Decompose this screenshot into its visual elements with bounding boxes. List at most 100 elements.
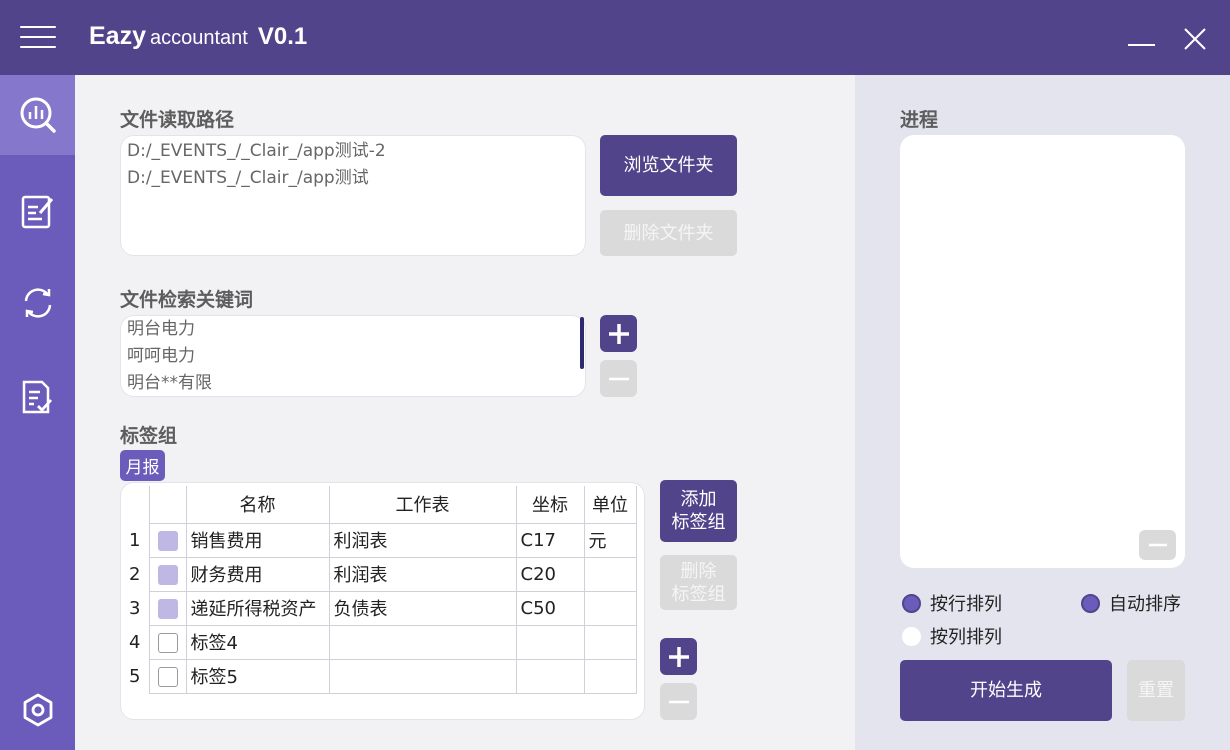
edit-document-icon (21, 195, 53, 229)
cell-coord[interactable] (515, 624, 585, 660)
tag-section-title: 标签组 (120, 425, 178, 447)
sidebar-item-settings[interactable] (0, 670, 75, 750)
table-row[interactable]: 1 销售费用 利润表 C17 元 (121, 522, 637, 558)
reset-button[interactable]: 重置 (1127, 660, 1185, 721)
sidebar-item-editor[interactable] (0, 172, 75, 252)
cell-coord[interactable]: C50 (515, 590, 585, 626)
app-title-bold: Eazy (89, 22, 146, 50)
tag-group-chip[interactable]: 月报 (120, 450, 165, 481)
row-checkbox[interactable] (157, 530, 178, 551)
row-checkbox[interactable] (157, 632, 178, 653)
column-header-coord: 坐标 (515, 486, 585, 524)
keyword-section-title: 文件检索关键词 (120, 289, 254, 311)
title-bar: Eazy accountant V0.1 (0, 0, 1230, 75)
row-number: 5 (129, 665, 141, 687)
app-title-light: accountant (149, 27, 248, 49)
sidebar-item-sync[interactable] (0, 263, 75, 343)
path-section-title: 文件读取路径 (120, 109, 235, 131)
tag-table-container: 名称 工作表 坐标 单位 1 销售费用 利润表 C17 元 2 财务费用 利润表… (120, 482, 645, 720)
path-item[interactable]: D:/_EVENTS_/_Clair_/app测试-2 (127, 138, 579, 165)
row-checkbox[interactable] (157, 666, 178, 687)
option-by-row[interactable]: 按行排列 (902, 590, 1002, 616)
settings-hexagon-icon (23, 693, 52, 727)
sync-icon (24, 288, 51, 318)
table-row[interactable]: 4 标签4 (121, 624, 637, 660)
start-generate-button[interactable]: 开始生成 (900, 660, 1112, 721)
table-row[interactable]: 2 财务费用 利润表 C20 (121, 556, 637, 592)
delete-tag-group-button[interactable]: 删除 标签组 (660, 555, 737, 610)
cell-sheet[interactable] (328, 658, 517, 694)
row-checkbox[interactable] (157, 564, 178, 585)
progress-log (900, 135, 1185, 568)
app-version: V0.1 (257, 23, 308, 50)
cell-sheet[interactable] (328, 624, 517, 660)
cell-sheet[interactable]: 利润表 (328, 556, 517, 592)
browse-folder-button[interactable]: 浏览文件夹 (600, 135, 737, 196)
column-header-name: 名称 (185, 486, 330, 524)
cell-name[interactable]: 标签5 (185, 658, 330, 694)
cell-unit[interactable] (583, 658, 637, 694)
plus-icon (668, 646, 689, 667)
minimize-icon[interactable] (1128, 44, 1155, 46)
cell-coord[interactable]: C20 (515, 556, 585, 592)
column-header-sheet: 工作表 (328, 486, 517, 524)
minus-icon (668, 700, 689, 703)
checklist-document-icon (22, 380, 52, 414)
hamburger-menu-icon[interactable] (20, 24, 56, 50)
radio-indicator[interactable] (902, 626, 921, 646)
row-number: 1 (129, 529, 141, 551)
cell-name[interactable]: 标签4 (185, 624, 330, 660)
tag-table: 名称 工作表 坐标 单位 1 销售费用 利润表 C17 元 2 财务费用 利润表… (121, 486, 637, 694)
cell-sheet[interactable]: 利润表 (328, 522, 517, 558)
keyword-list[interactable]: 明台电力 呵呵电力 明台**有限 (120, 315, 586, 397)
cell-sheet[interactable]: 负债表 (328, 590, 517, 626)
remove-keyword-button[interactable] (600, 360, 637, 397)
clear-log-button[interactable] (1139, 530, 1176, 560)
progress-section-title: 进程 (900, 109, 939, 131)
option-auto-sort[interactable]: 自动排序 (1081, 590, 1181, 616)
option-by-column[interactable]: 按列排列 (902, 623, 1002, 649)
keyword-scrollbar[interactable] (580, 317, 584, 369)
sidebar-item-analytics[interactable] (0, 75, 75, 155)
column-header-check (148, 486, 187, 524)
table-row[interactable]: 5 标签5 (121, 658, 637, 694)
row-number: 2 (129, 563, 141, 585)
keyword-item[interactable]: 明台电力 (127, 316, 579, 343)
cell-coord[interactable]: C17 (515, 522, 585, 558)
cell-name[interactable]: 财务费用 (185, 556, 330, 592)
minus-icon (1148, 543, 1167, 547)
cell-name[interactable]: 递延所得税资产 (185, 590, 330, 626)
plus-icon (608, 323, 629, 344)
keyword-item[interactable]: 明台**有限 (127, 370, 579, 396)
radio-indicator[interactable] (1081, 593, 1100, 613)
cell-name[interactable]: 销售费用 (185, 522, 330, 558)
radio-indicator[interactable] (902, 593, 921, 613)
path-item[interactable]: D:/_EVENTS_/_Clair_/app测试 (127, 165, 579, 192)
search-chart-icon (20, 97, 56, 133)
add-keyword-button[interactable] (600, 315, 637, 352)
delete-folder-button[interactable]: 删除文件夹 (600, 210, 737, 256)
row-number: 3 (129, 597, 141, 619)
sidebar (0, 75, 75, 750)
add-tag-group-button[interactable]: 添加 标签组 (660, 480, 737, 542)
table-row[interactable]: 3 递延所得税资产 负债表 C50 (121, 590, 637, 626)
cell-coord[interactable] (515, 658, 585, 694)
cell-unit[interactable] (583, 624, 637, 660)
close-icon[interactable] (1180, 24, 1210, 54)
keyword-item[interactable]: 呵呵电力 (127, 343, 579, 370)
app-title: Eazy accountant V0.1 (89, 22, 307, 51)
cell-unit[interactable]: 元 (583, 522, 637, 558)
path-list[interactable]: D:/_EVENTS_/_Clair_/app测试-2 D:/_EVENTS_/… (120, 135, 586, 256)
minus-icon (608, 377, 629, 380)
column-header-unit: 单位 (583, 486, 637, 524)
sidebar-item-checklist[interactable] (0, 357, 75, 437)
cell-unit[interactable] (583, 590, 637, 626)
cell-unit[interactable] (583, 556, 637, 592)
remove-tag-row-button[interactable] (660, 683, 697, 720)
add-tag-row-button[interactable] (660, 638, 697, 675)
option-by-column-label: 按列排列 (930, 627, 1002, 648)
option-auto-sort-label: 自动排序 (1109, 594, 1181, 615)
row-number: 4 (129, 631, 141, 653)
option-by-row-label: 按行排列 (930, 594, 1002, 615)
row-checkbox[interactable] (157, 598, 178, 619)
